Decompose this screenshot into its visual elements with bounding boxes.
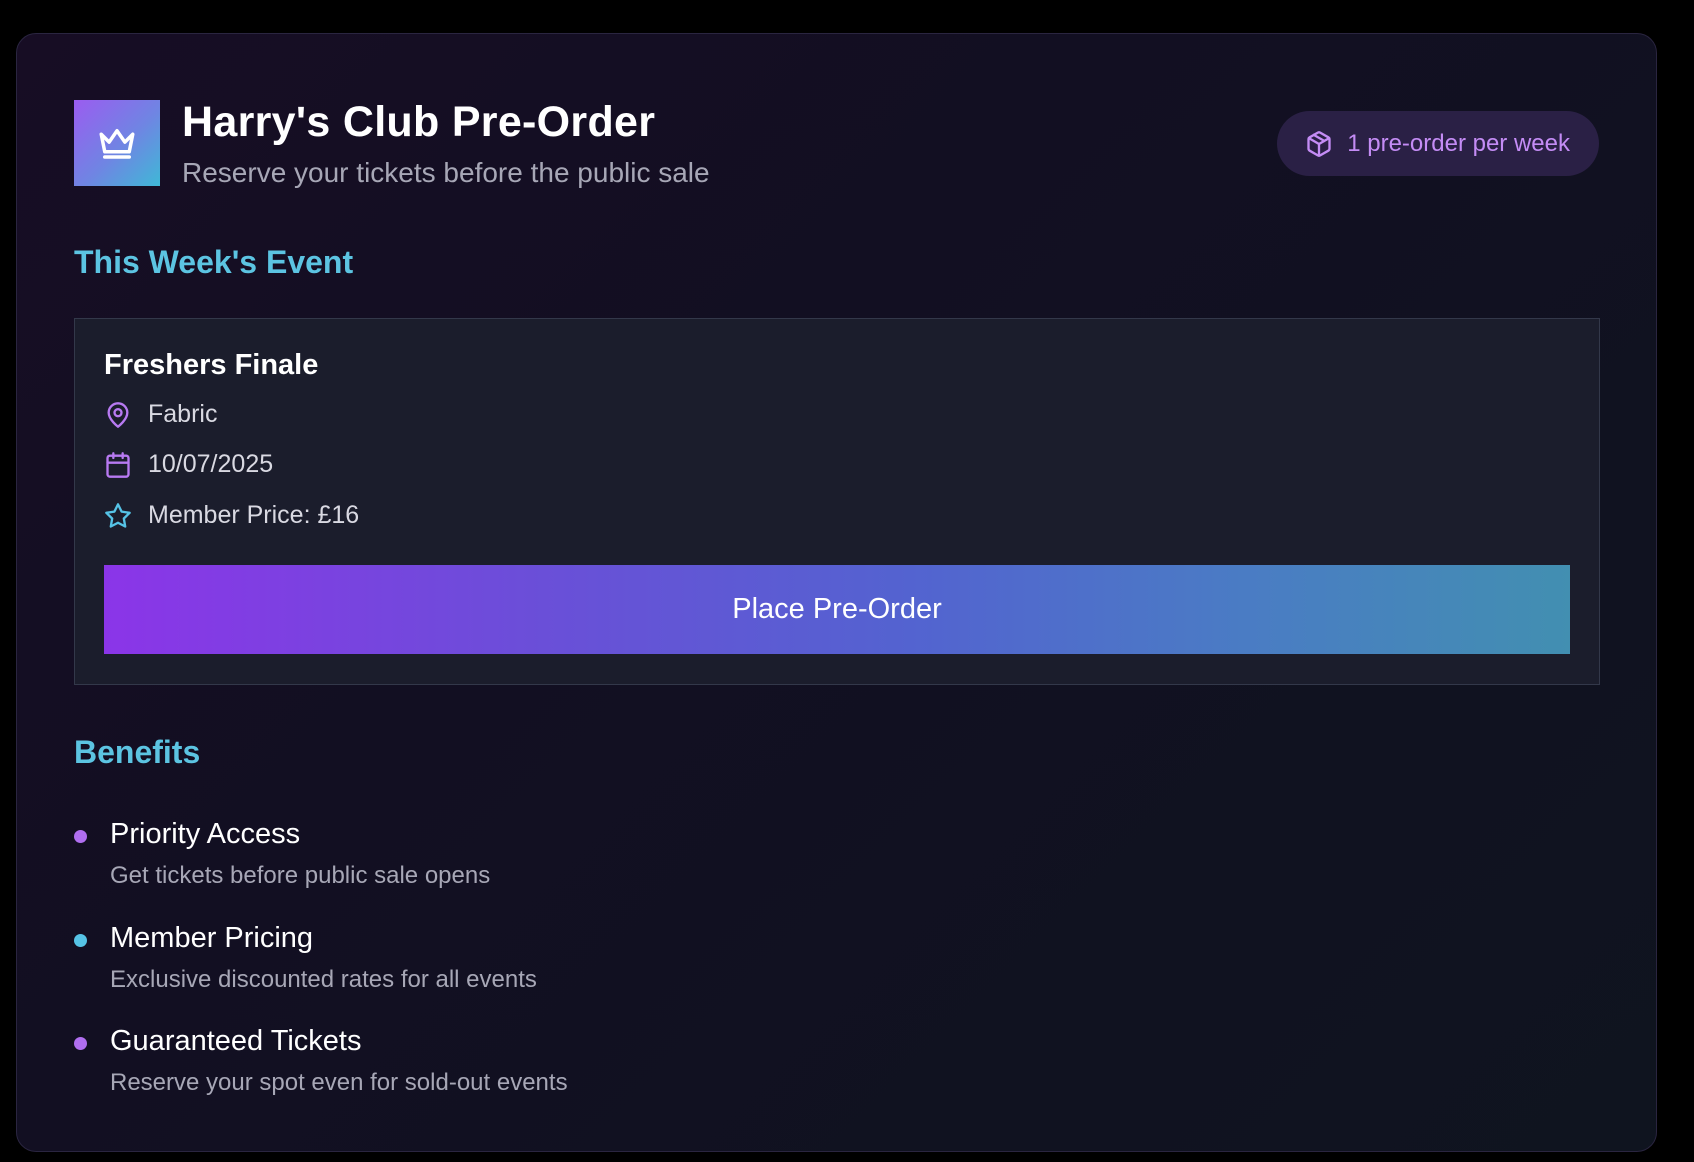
benefit-item: Guaranteed Tickets Reserve your spot eve… bbox=[74, 1025, 974, 1115]
calendar-icon bbox=[104, 451, 132, 479]
benefit-description: Reserve your spot even for sold-out even… bbox=[110, 1069, 568, 1096]
benefit-item: Priority Access Get tickets before publi… bbox=[74, 818, 974, 908]
benefit-item: Member Pricing Exclusive discounted rate… bbox=[74, 922, 974, 1012]
benefit-title: Member Pricing bbox=[110, 922, 314, 954]
badge-label: 1 pre-order per week bbox=[1347, 129, 1570, 157]
event-venue: Fabric bbox=[148, 400, 218, 428]
event-venue-row: Fabric bbox=[104, 400, 217, 429]
benefit-description: Exclusive discounted rates for all event… bbox=[110, 966, 537, 993]
benefits-section-title: Benefits bbox=[74, 734, 201, 770]
event-card: Freshers Finale Fabric 10/07/2025 Member… bbox=[74, 318, 1600, 685]
header: Harry's Club Pre-Order Reserve your tick… bbox=[74, 98, 1599, 190]
event-date: 10/07/2025 bbox=[148, 450, 274, 478]
bullet-dot bbox=[74, 934, 87, 947]
map-pin-icon bbox=[104, 401, 132, 429]
event-date-row: 10/07/2025 bbox=[104, 450, 273, 479]
place-preorder-button[interactable]: Place Pre-Order bbox=[104, 565, 1570, 654]
event-price-row: Member Price: £16 bbox=[104, 501, 359, 530]
crown-icon bbox=[96, 122, 138, 164]
package-icon bbox=[1305, 130, 1333, 158]
event-price: Member Price: £16 bbox=[148, 501, 360, 529]
page-title: Harry's Club Pre-Order bbox=[182, 98, 656, 146]
event-section-title: This Week's Event bbox=[74, 244, 354, 280]
event-name: Freshers Finale bbox=[104, 349, 319, 381]
page-subtitle: Reserve your tickets before the public s… bbox=[182, 157, 710, 188]
star-icon bbox=[104, 502, 132, 530]
benefit-title: Priority Access bbox=[110, 818, 301, 850]
preorder-limit-badge: 1 pre-order per week bbox=[1277, 111, 1599, 176]
benefit-title: Guaranteed Tickets bbox=[110, 1025, 362, 1057]
preorder-card: Harry's Club Pre-Order Reserve your tick… bbox=[16, 33, 1657, 1152]
bullet-dot bbox=[74, 830, 87, 843]
crown-logo bbox=[74, 100, 160, 186]
benefit-description: Get tickets before public sale opens bbox=[110, 862, 491, 889]
bullet-dot bbox=[74, 1037, 87, 1050]
